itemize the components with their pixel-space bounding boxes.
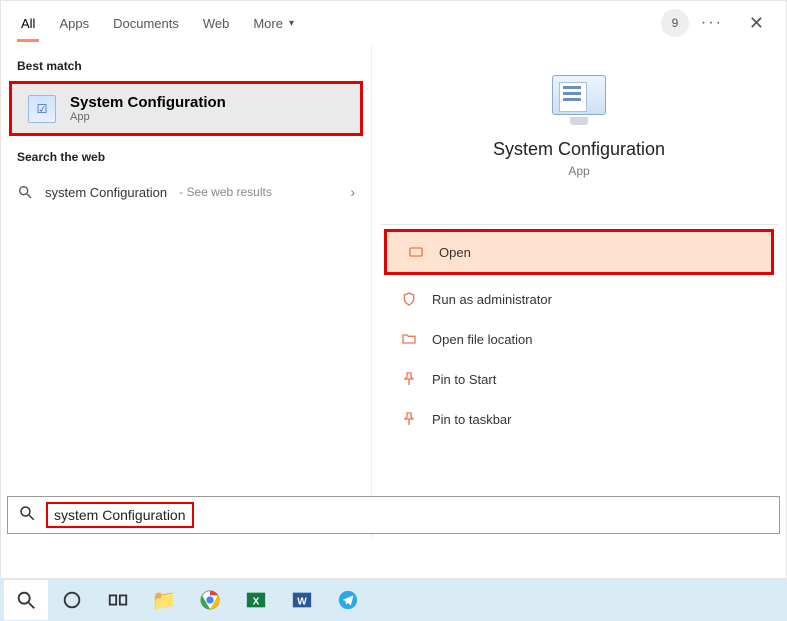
action-open-location[interactable]: Open file location bbox=[380, 319, 778, 359]
system-configuration-icon bbox=[28, 95, 56, 123]
pin-taskbar-icon bbox=[400, 411, 418, 427]
chevron-right-icon: › bbox=[350, 184, 355, 200]
taskbar-search-button[interactable] bbox=[4, 580, 48, 620]
close-icon[interactable]: ✕ bbox=[735, 13, 778, 34]
taskbar-excel-icon[interactable]: X bbox=[234, 580, 278, 620]
tab-documents[interactable]: Documents bbox=[101, 6, 191, 41]
search-icon bbox=[17, 184, 33, 200]
action-pin-taskbar-label: Pin to taskbar bbox=[432, 412, 512, 427]
taskbar-cortana-button[interactable] bbox=[50, 580, 94, 620]
svg-text:W: W bbox=[297, 597, 307, 608]
search-panel: All Apps Documents Web More 9 ··· ✕ Best… bbox=[0, 0, 787, 579]
best-match-header: Best match bbox=[1, 45, 371, 81]
action-pin-start[interactable]: Pin to Start bbox=[380, 359, 778, 399]
more-options-icon[interactable]: ··· bbox=[689, 14, 735, 32]
taskbar: 📁 X W bbox=[0, 579, 787, 621]
results-columns: Best match System Configuration App Sear… bbox=[1, 45, 786, 540]
action-pin-start-label: Pin to Start bbox=[432, 372, 496, 387]
folder-icon bbox=[400, 331, 418, 347]
app-preview-icon bbox=[547, 75, 611, 129]
web-result-row[interactable]: system Configuration - See web results › bbox=[1, 172, 371, 212]
taskbar-chrome-icon[interactable] bbox=[188, 580, 232, 620]
best-match-title: System Configuration bbox=[70, 94, 226, 111]
action-open-label: Open bbox=[439, 245, 471, 260]
taskbar-word-icon[interactable]: W bbox=[280, 580, 324, 620]
shield-icon bbox=[400, 291, 418, 307]
taskbar-file-explorer-icon[interactable]: 📁 bbox=[142, 580, 186, 620]
search-bar-icon bbox=[18, 504, 36, 527]
preview-pane: System Configuration App Open Run as adm… bbox=[371, 45, 786, 540]
action-run-admin-label: Run as administrator bbox=[432, 292, 552, 307]
tab-apps[interactable]: Apps bbox=[47, 6, 101, 41]
search-input-bar[interactable]: system Configuration bbox=[7, 496, 780, 534]
preview-subtitle: App bbox=[380, 164, 778, 178]
action-run-admin[interactable]: Run as administrator bbox=[380, 279, 778, 319]
taskbar-telegram-icon[interactable] bbox=[326, 580, 370, 620]
tab-more[interactable]: More bbox=[241, 6, 306, 41]
action-pin-taskbar[interactable]: Pin to taskbar bbox=[380, 399, 778, 439]
pin-start-icon bbox=[400, 371, 418, 387]
actions-list: Open Run as administrator Open file loca… bbox=[380, 224, 778, 439]
account-badge[interactable]: 9 bbox=[661, 9, 689, 37]
filter-tabs: All Apps Documents Web More 9 ··· ✕ bbox=[1, 1, 786, 45]
web-result-suffix: - See web results bbox=[179, 185, 272, 199]
results-left: Best match System Configuration App Sear… bbox=[1, 45, 371, 540]
best-match-item[interactable]: System Configuration App bbox=[9, 81, 363, 136]
open-icon bbox=[407, 244, 425, 260]
best-match-text: System Configuration App bbox=[70, 94, 226, 123]
best-match-subtitle: App bbox=[70, 111, 226, 123]
action-open-location-label: Open file location bbox=[432, 332, 532, 347]
search-web-header: Search the web bbox=[1, 136, 371, 172]
preview-header: System Configuration App bbox=[380, 65, 778, 194]
search-input-value[interactable]: system Configuration bbox=[46, 502, 194, 528]
svg-text:X: X bbox=[253, 597, 260, 608]
web-result-query: system Configuration bbox=[45, 185, 167, 200]
tab-all[interactable]: All bbox=[9, 6, 47, 41]
preview-title: System Configuration bbox=[380, 139, 778, 160]
tab-web[interactable]: Web bbox=[191, 6, 242, 41]
taskbar-taskview-button[interactable] bbox=[96, 580, 140, 620]
action-open[interactable]: Open bbox=[384, 229, 774, 275]
